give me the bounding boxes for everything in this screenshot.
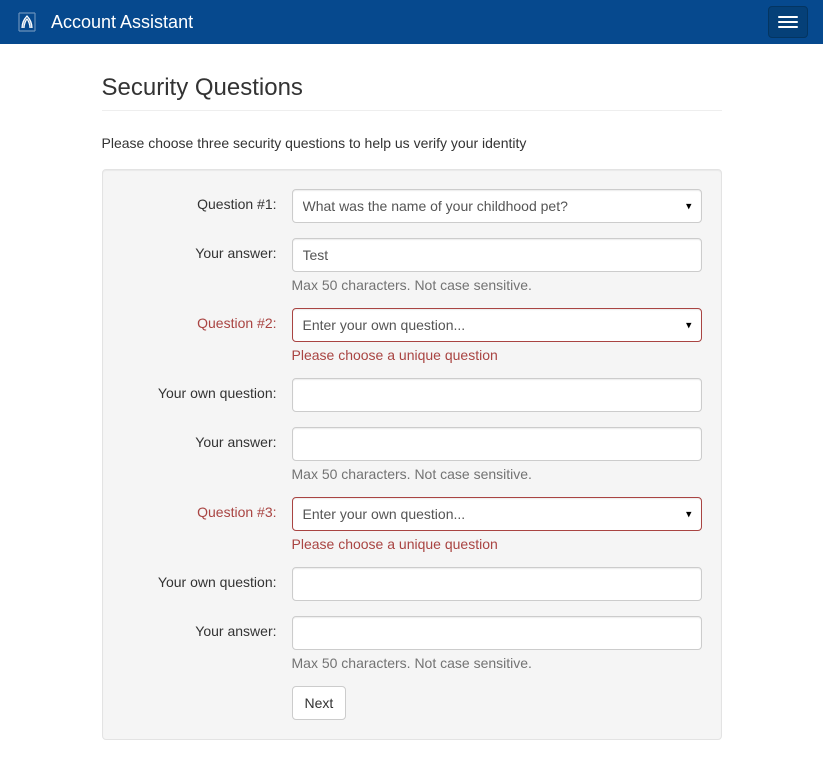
submit-row: . Next [122,686,702,720]
question-1-select[interactable]: What was the name of your childhood pet? [292,189,702,223]
own-question-3-label: Your own question: [122,567,292,590]
answer-3-input[interactable] [292,616,702,650]
own-question-2-label: Your own question: [122,378,292,401]
app-title: Account Assistant [51,12,193,33]
security-questions-form: Question #1: What was the name of your c… [102,169,722,740]
question-2-select[interactable]: Enter your own question... [292,308,702,342]
question-3-error: Please choose a unique question [292,536,702,552]
instructions-text: Please choose three security questions t… [102,135,722,151]
question-3-select[interactable]: Enter your own question... [292,497,702,531]
question-2-label: Question #2: [122,308,292,331]
own-question-3-group: Your own question: [122,567,702,601]
own-question-3-input[interactable] [292,567,702,601]
hamburger-icon [778,16,798,18]
question-2-error: Please choose a unique question [292,347,702,363]
question-3-group: Question #3: Enter your own question... … [122,497,702,552]
question-1-group: Question #1: What was the name of your c… [122,189,702,223]
answer-1-input[interactable] [292,238,702,272]
answer-1-help: Max 50 characters. Not case sensitive. [292,277,702,293]
app-logo-icon [15,10,39,34]
answer-2-input[interactable] [292,427,702,461]
answer-3-group: Your answer: Max 50 characters. Not case… [122,616,702,671]
page-title: Security Questions [102,74,722,111]
own-question-2-input[interactable] [292,378,702,412]
question-3-label: Question #3: [122,497,292,520]
own-question-2-group: Your own question: [122,378,702,412]
answer-3-help: Max 50 characters. Not case sensitive. [292,655,702,671]
answer-1-group: Your answer: Max 50 characters. Not case… [122,238,702,293]
answer-2-label: Your answer: [122,427,292,450]
answer-1-label: Your answer: [122,238,292,261]
next-button[interactable]: Next [292,686,347,720]
menu-toggle-button[interactable] [768,6,808,38]
answer-2-group: Your answer: Max 50 characters. Not case… [122,427,702,482]
main-content: Security Questions Please choose three s… [92,44,732,740]
answer-3-label: Your answer: [122,616,292,639]
question-2-group: Question #2: Enter your own question... … [122,308,702,363]
question-1-label: Question #1: [122,189,292,212]
navbar: Account Assistant [0,0,823,44]
navbar-brand[interactable]: Account Assistant [15,10,193,34]
answer-2-help: Max 50 characters. Not case sensitive. [292,466,702,482]
